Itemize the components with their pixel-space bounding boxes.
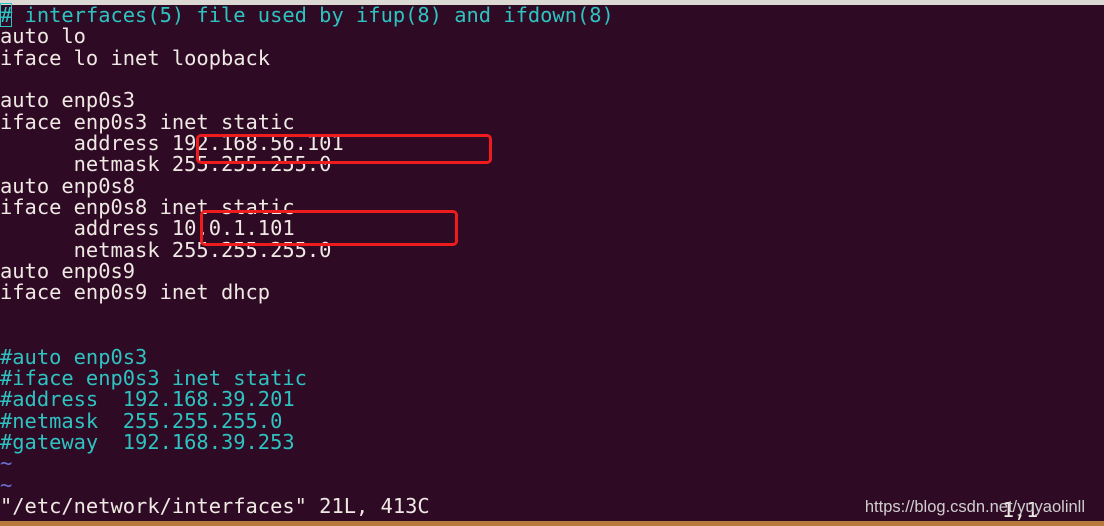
empty-line-marker[interactable]: ~ [0,452,1104,474]
editor-buffer[interactable]: # interfaces(5) file used by ifup(8) and… [0,3,1104,496]
highlight-box-enp0s3-address [196,134,492,164]
editor-line[interactable]: auto enp0s3 [0,90,1104,112]
editor-line[interactable]: iface enp0s3 inet static [0,111,1104,133]
editor-line[interactable] [0,325,1104,346]
vim-editor[interactable]: # interfaces(5) file used by ifup(8) and… [0,3,1104,521]
highlight-box-enp0s8-address [200,210,458,246]
editor-line[interactable]: auto enp0s9 [0,260,1104,282]
window-bottom-edge [0,521,1104,526]
editor-line[interactable]: #address 192.168.39.201 [0,388,1104,410]
editor-line[interactable]: # interfaces(5) file used by ifup(8) and… [0,3,1104,27]
editor-line[interactable]: iface enp0s9 inet dhcp [0,282,1104,304]
editor-line[interactable]: #gateway 192.168.39.253 [0,431,1104,453]
editor-line[interactable]: #netmask 255.255.255.0 [0,410,1104,432]
editor-line[interactable]: iface enp0s8 inet static [0,196,1104,218]
editor-line[interactable]: #iface enp0s3 inet static [0,367,1104,389]
editor-line[interactable]: iface lo inet loopback [0,47,1104,69]
editor-line[interactable] [0,69,1104,90]
editor-line[interactable] [0,304,1104,325]
editor-line[interactable]: address 10.0.1.101 [0,218,1104,240]
editor-line[interactable]: auto enp0s8 [0,175,1104,197]
editor-line[interactable]: address 192.168.56.101 [0,132,1104,154]
editor-line[interactable]: netmask 255.255.255.0 [0,154,1104,176]
editor-line[interactable]: netmask 255.255.255.0 [0,239,1104,261]
watermark: https://blog.csdn.net/yuyaolinll [864,498,1085,516]
empty-line-marker[interactable]: ~ [0,474,1104,496]
editor-line[interactable]: #auto enp0s3 [0,346,1104,368]
editor-line[interactable]: auto lo [0,25,1104,47]
